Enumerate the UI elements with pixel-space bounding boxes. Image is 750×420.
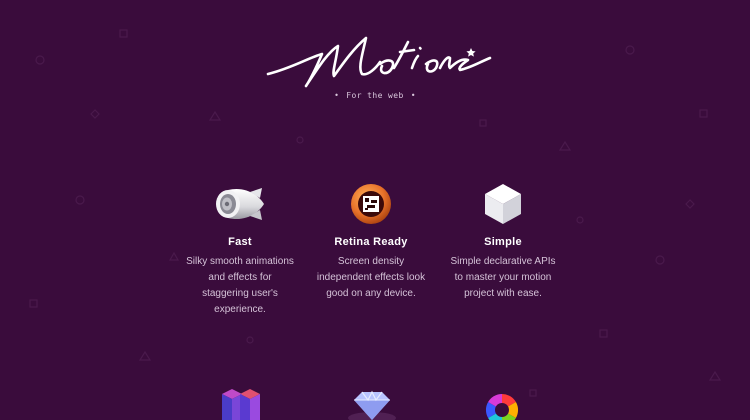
feature-title: Fast: [228, 236, 252, 248]
feature-description: Simple declarative APIs to master your m…: [450, 256, 556, 299]
feature-description: Screen density independent effects look …: [316, 256, 426, 299]
tagline-text: For the web: [346, 91, 404, 100]
feature-title: Retina Ready: [334, 236, 408, 248]
feature-title: Simple: [484, 236, 522, 248]
star-icon: [466, 48, 476, 57]
jet-engine-icon: [216, 188, 264, 220]
motion-logo: [266, 36, 492, 88]
feature-description: Silky smooth animations and effects for …: [186, 256, 294, 315]
cube-icon: [485, 184, 521, 224]
feature-fast: Fast Silky smooth animations and effects…: [175, 180, 305, 318]
feature-retina-ready: Retina Ready Screen density independent …: [306, 180, 436, 302]
modular-cubes-icon: [222, 389, 260, 420]
tagline: • For the web •: [334, 91, 416, 100]
color-wheel-icon: [485, 393, 519, 420]
retina-eye-icon: [351, 184, 391, 224]
feature-simple: Simple Simple declarative APIs to master…: [438, 180, 568, 302]
diamond-icon: [348, 390, 396, 420]
